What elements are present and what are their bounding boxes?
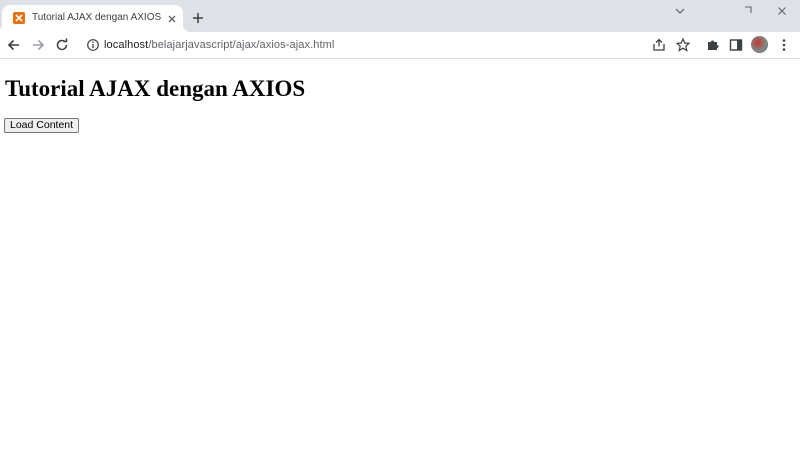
forward-arrow-icon[interactable] (30, 37, 46, 53)
back-arrow-icon[interactable] (6, 37, 22, 53)
load-content-button[interactable]: Load Content (4, 118, 80, 133)
extensions-puzzle-icon[interactable] (705, 37, 721, 53)
side-panel-icon[interactable] (728, 37, 744, 53)
tab-close-icon[interactable] (166, 12, 178, 24)
browser-toolbar: localhost/belajarjavascript/ajax/axios-a… (0, 32, 800, 59)
url-path: /belajarjavascript/ajax/axios-ajax.html (148, 39, 335, 51)
more-menu-icon[interactable] (776, 37, 792, 53)
profile-avatar[interactable] (751, 36, 768, 53)
bookmark-star-icon[interactable] (675, 37, 691, 53)
tab-title: Tutorial AJAX dengan AXIOS (32, 12, 162, 23)
tab-search-chevron-down-icon[interactable] (673, 4, 687, 18)
reload-icon[interactable] (54, 37, 70, 53)
site-info-icon[interactable] (86, 38, 100, 52)
page-content: Tutorial AJAX dengan AXIOS Load Content (0, 59, 800, 473)
tab-strip: Tutorial AJAX dengan AXIOS (0, 0, 800, 32)
browser-tab[interactable]: Tutorial AJAX dengan AXIOS (0, 5, 191, 32)
address-bar[interactable]: localhost/belajarjavascript/ajax/axios-a… (78, 33, 638, 57)
window-close-icon[interactable] (775, 4, 789, 18)
share-icon[interactable] (651, 37, 667, 53)
window-restore-icon[interactable] (741, 4, 755, 18)
url-text[interactable]: localhost/belajarjavascript/ajax/axios-a… (104, 39, 334, 51)
new-tab-plus-icon[interactable] (191, 11, 205, 25)
page-heading: Tutorial AJAX dengan AXIOS (5, 76, 306, 101)
url-host: localhost (104, 39, 149, 51)
xampp-favicon-icon (13, 12, 25, 24)
